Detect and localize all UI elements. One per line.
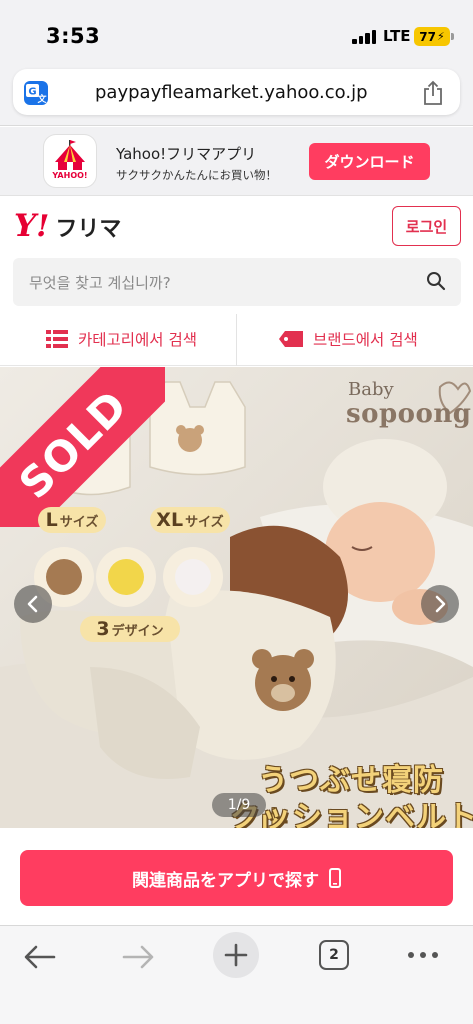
size-chip-xl: XL サイズ: [150, 507, 230, 533]
status-time: 3:53: [46, 24, 101, 48]
share-icon[interactable]: [422, 80, 444, 106]
address-field[interactable]: G 文 paypayfleamarket.yahoo.co.jp: [13, 69, 460, 115]
product-brand-big: sopoong: [346, 399, 472, 429]
carousel-prev-button[interactable]: [14, 585, 52, 623]
product-image-carousel[interactable]: SOLD Baby sopoong L サイズ XL サイズ 3 デザイン うつぶせ寝…: [0, 367, 473, 828]
brand-search-link[interactable]: 브랜드에서 검색: [279, 328, 418, 350]
browser-url-bar: G 文 paypayfleamarket.yahoo.co.jp: [0, 64, 473, 126]
search-input[interactable]: 무엇을 찾고 계십니까?: [13, 258, 461, 306]
search-nav-row: 카테고리에서 검색 브랜드에서 검색: [0, 314, 473, 366]
category-search-link[interactable]: 카테고리에서 검색: [46, 328, 197, 350]
network-type: LTE: [383, 27, 411, 45]
logo-exclamation: !: [36, 209, 50, 244]
nav-divider: [236, 314, 237, 366]
download-button[interactable]: ダウンロード: [309, 143, 430, 180]
app-icon-caption: YAHOO!: [52, 171, 88, 180]
translate-icon[interactable]: G 文: [23, 80, 49, 106]
plus-icon: [224, 943, 248, 967]
login-button[interactable]: 로그인: [392, 206, 461, 246]
back-arrow-icon[interactable]: [23, 944, 57, 970]
banner-title: Yahoo!フリマアプリ: [116, 145, 257, 163]
app-icon: YAHOO!: [44, 135, 96, 187]
design-chip: 3 デザイン: [80, 616, 180, 642]
product-brand-small: Baby: [348, 379, 394, 400]
status-bar: 3:53 LTE 77 ⚡: [0, 0, 473, 64]
list-icon: [46, 330, 68, 348]
svg-text:文: 文: [36, 93, 47, 105]
svg-text:G: G: [28, 87, 36, 98]
size-chip-l: L サイズ: [38, 507, 106, 533]
yahoo-flea-logo[interactable]: Y ! フリマ: [14, 208, 121, 244]
new-tab-button[interactable]: [213, 932, 259, 978]
logo-y: Y: [14, 208, 37, 244]
chevron-left-icon: [27, 595, 38, 613]
smartphone-icon: [329, 868, 341, 888]
image-counter: 1/9: [212, 793, 266, 817]
tag-icon: [279, 331, 303, 347]
battery-icon: 77 ⚡: [414, 27, 454, 46]
sold-label: SOLD: [9, 380, 137, 508]
sold-ribbon: SOLD: [0, 367, 165, 527]
cta-area: 関連商品をアプリで探す: [0, 828, 473, 925]
more-options-icon[interactable]: [408, 952, 438, 958]
url-text[interactable]: paypayfleamarket.yahoo.co.jp: [95, 82, 368, 103]
browser-toolbar: 2: [0, 925, 473, 1024]
logo-text: フリマ: [55, 217, 122, 242]
search-icon[interactable]: [426, 271, 446, 291]
site-header: Y ! フリマ 로그인: [0, 197, 473, 255]
signal-icon: [352, 30, 378, 44]
tab-count: 2: [329, 947, 339, 963]
find-in-app-label: 関連商品をアプリで探す: [132, 870, 319, 891]
app-install-banner: YAHOO! Yahoo!フリマアプリ サクサクかんたんにお買い物！ ダウンロー…: [0, 127, 473, 196]
product-caption-line2: クッションベルト: [230, 800, 473, 828]
tent-icon: [55, 140, 85, 170]
category-search-label: 카테고리에서 검색: [78, 331, 198, 349]
banner-subtitle: サクサクかんたんにお買い物！: [116, 168, 277, 182]
battery-level: 77: [419, 29, 436, 44]
tabs-button[interactable]: 2: [319, 940, 349, 970]
search-placeholder: 무엇을 찾고 계십니까?: [29, 274, 171, 292]
carousel-next-button[interactable]: [421, 585, 459, 623]
forward-arrow-icon[interactable]: [121, 944, 155, 970]
brand-search-label: 브랜드에서 검색: [313, 331, 418, 349]
chevron-right-icon: [435, 595, 446, 613]
find-in-app-button[interactable]: 関連商品をアプリで探す: [20, 850, 453, 906]
